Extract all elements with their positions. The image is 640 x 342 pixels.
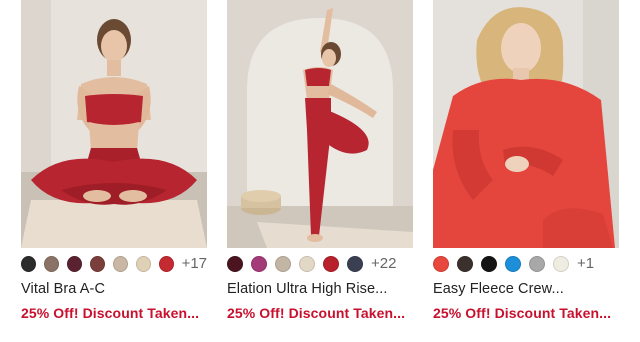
color-swatch-3[interactable] xyxy=(481,256,497,272)
color-swatches: +1 xyxy=(433,256,619,272)
promo-text: 25% Off! Discount Taken... xyxy=(227,305,406,321)
promo-text: 25% Off! Discount Taken... xyxy=(21,305,200,321)
product-card-vital-bra[interactable]: +17 Vital Bra A-C 25% Off! Discount Take… xyxy=(21,0,207,321)
color-swatch-5[interactable] xyxy=(529,256,545,272)
more-colors-count[interactable]: +22 xyxy=(371,256,396,272)
product-name[interactable]: Vital Bra A-C xyxy=(21,281,207,297)
product-name[interactable]: Easy Fleece Crew... xyxy=(433,281,619,297)
color-swatch-5[interactable] xyxy=(323,256,339,272)
color-swatch-1[interactable] xyxy=(21,256,36,272)
product-name[interactable]: Elation Ultra High Rise... xyxy=(227,281,413,297)
color-swatches: +17 xyxy=(21,256,207,272)
more-colors-count[interactable]: +1 xyxy=(577,256,594,272)
promo-text: 25% Off! Discount Taken... xyxy=(433,305,612,321)
product-card-elation-ultra-high-rise[interactable]: +22 Elation Ultra High Rise... 25% Off! … xyxy=(227,0,413,321)
more-colors-count[interactable]: +17 xyxy=(182,256,207,272)
color-swatch-7[interactable] xyxy=(158,256,174,272)
color-swatch-5[interactable] xyxy=(112,256,128,272)
color-swatch-3[interactable] xyxy=(66,256,82,272)
color-swatch-2[interactable] xyxy=(43,256,59,272)
product-photo-yoga-lotus xyxy=(21,0,207,248)
color-swatch-1[interactable] xyxy=(433,256,449,272)
color-swatch-4[interactable] xyxy=(89,256,105,272)
product-image[interactable] xyxy=(433,0,619,248)
product-image[interactable] xyxy=(21,0,207,248)
color-swatch-1[interactable] xyxy=(227,256,243,272)
color-swatch-4[interactable] xyxy=(505,256,521,272)
color-swatch-6[interactable] xyxy=(347,256,363,272)
color-swatches: +22 xyxy=(227,256,413,272)
product-card-easy-fleece-crew[interactable]: +1 Easy Fleece Crew... 25% Off! Discount… xyxy=(433,0,619,321)
product-image[interactable] xyxy=(227,0,413,248)
product-photo-fleece-crew xyxy=(433,0,619,248)
color-swatch-6[interactable] xyxy=(553,256,569,272)
product-photo-yoga-tree-pose xyxy=(227,0,413,248)
color-swatch-2[interactable] xyxy=(251,256,267,272)
color-swatch-4[interactable] xyxy=(299,256,315,272)
color-swatch-3[interactable] xyxy=(275,256,291,272)
product-grid: +17 Vital Bra A-C 25% Off! Discount Take… xyxy=(0,0,640,342)
color-swatch-2[interactable] xyxy=(457,256,473,272)
color-swatch-6[interactable] xyxy=(135,256,151,272)
